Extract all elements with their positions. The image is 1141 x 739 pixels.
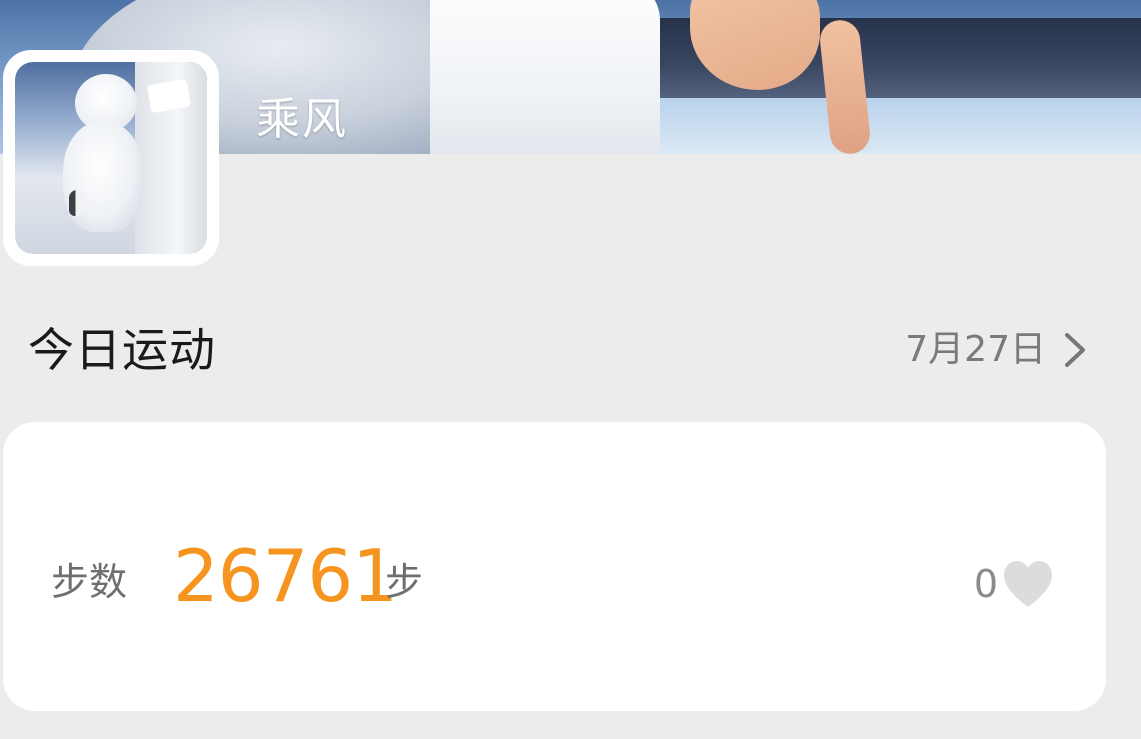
heart-icon bbox=[1004, 561, 1052, 607]
chevron-right-icon bbox=[1065, 333, 1085, 367]
avatar-penguin bbox=[69, 190, 85, 216]
steps-value: 26761 bbox=[173, 534, 398, 618]
steps-label: 步数 bbox=[51, 560, 128, 604]
avatar[interactable] bbox=[3, 50, 219, 266]
avatar-image bbox=[15, 62, 207, 254]
date-selector[interactable]: 7月27日 bbox=[905, 318, 1088, 382]
today-exercise-header: 今日运动 7月27日 bbox=[28, 318, 1088, 382]
like-button[interactable]: 0 bbox=[974, 556, 1056, 612]
cover-sleeve bbox=[430, 0, 660, 154]
steps-card[interactable]: 步数 26761 步 0 bbox=[3, 422, 1106, 711]
like-count: 0 bbox=[973, 562, 998, 606]
username: 乘风 bbox=[256, 94, 348, 145]
section-title: 今日运动 bbox=[28, 323, 216, 377]
date-text: 7月27日 bbox=[905, 329, 1046, 370]
steps-unit: 步 bbox=[385, 560, 424, 604]
